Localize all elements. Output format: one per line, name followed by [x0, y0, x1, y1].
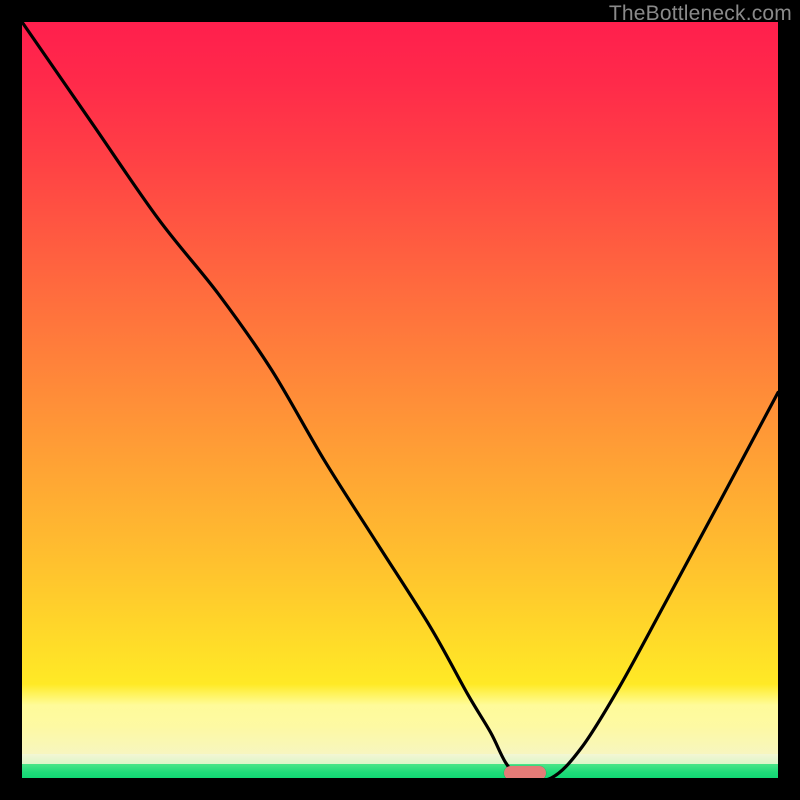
optimal-point-marker	[504, 766, 546, 778]
plot-area	[22, 22, 778, 778]
chart-frame: TheBottleneck.com	[0, 0, 800, 800]
bottleneck-curve-path	[22, 22, 778, 778]
watermark-text: TheBottleneck.com	[609, 2, 792, 26]
bottleneck-curve-svg	[22, 22, 778, 778]
